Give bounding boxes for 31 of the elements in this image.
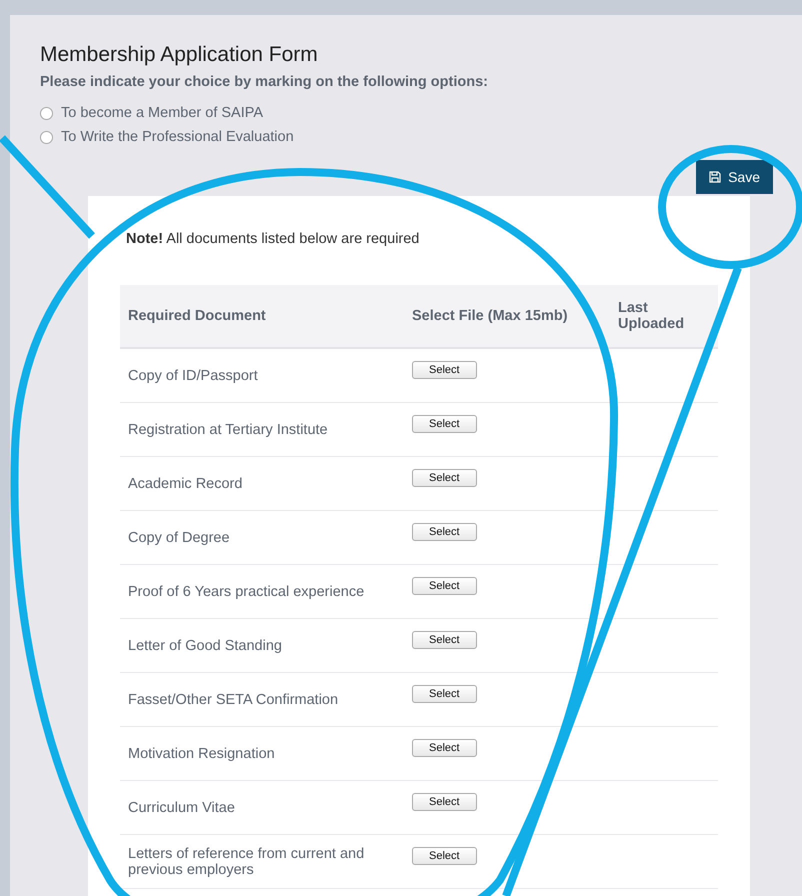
document-name: Letter of Good Standing: [120, 618, 404, 672]
select-file-button[interactable]: Select: [412, 361, 477, 379]
select-file-button[interactable]: Select: [412, 847, 477, 865]
document-name: Letters of reference from current and previous employers: [120, 834, 404, 888]
radio-button[interactable]: [40, 106, 53, 120]
select-file-button[interactable]: Select: [412, 793, 477, 811]
document-name: Curriculum Vitae: [120, 780, 404, 834]
instruction-text: Please indicate your choice by marking on the following options:: [40, 74, 488, 90]
select-file-button[interactable]: Select: [412, 523, 477, 541]
document-name: Copy of Degree: [120, 510, 404, 564]
radio-button[interactable]: [40, 130, 53, 144]
select-file-button[interactable]: Select: [412, 415, 477, 433]
column-header: Last Uploaded: [610, 285, 718, 348]
select-file-button[interactable]: Select: [412, 577, 477, 595]
select-file-button[interactable]: Select: [412, 685, 477, 703]
option-label[interactable]: To become a Member of SAIPA: [61, 105, 264, 121]
select-file-button[interactable]: Select: [412, 631, 477, 649]
document-name: Motivation Resignation: [120, 726, 404, 780]
document-name: Academic Record: [120, 456, 404, 510]
select-file-button[interactable]: Select: [412, 739, 477, 757]
form-title: Membership Application Form: [40, 43, 318, 67]
document-name: Proof of 6 Years practical experience: [120, 564, 404, 618]
option-label[interactable]: To Write the Professional Evaluation: [61, 129, 294, 145]
save-button[interactable]: Save: [696, 160, 773, 194]
column-header: Required Document: [120, 285, 404, 348]
document-name: Copy of ID/Passport: [120, 348, 404, 402]
select-file-button[interactable]: Select: [412, 469, 477, 487]
note-text: Note! All documents listed below are required: [126, 231, 420, 247]
column-header: Select File (Max 15mb): [404, 285, 610, 348]
document-name: Registration at Tertiary Institute: [120, 402, 404, 456]
document-name: Fasset/Other SETA Confirmation: [120, 672, 404, 726]
